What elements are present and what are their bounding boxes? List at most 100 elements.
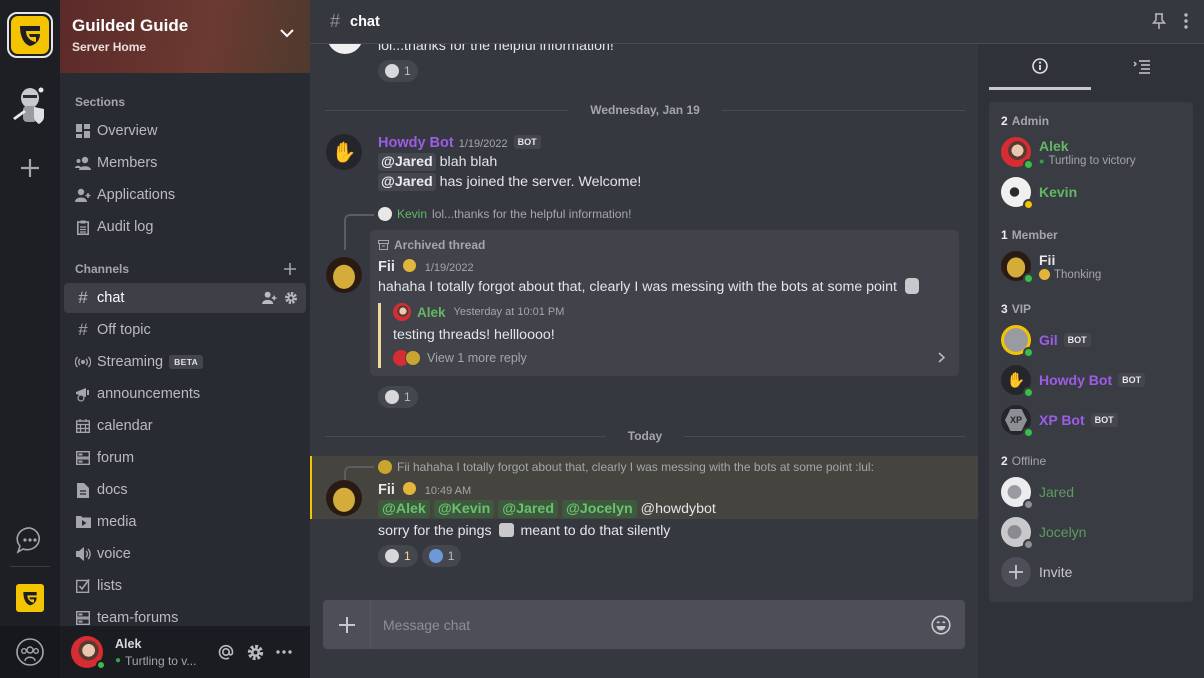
message-author[interactable]: Fii bbox=[378, 259, 395, 275]
invite-button[interactable]: Invite bbox=[989, 552, 1193, 592]
sidebar-item-voice[interactable]: voice bbox=[64, 539, 306, 569]
mentions-icon[interactable] bbox=[217, 643, 235, 661]
docs-icon bbox=[75, 482, 91, 498]
tab-info[interactable] bbox=[989, 44, 1091, 90]
sidebar-item-off-topic[interactable]: # Off topic bbox=[64, 315, 306, 345]
online-status-dot bbox=[1023, 159, 1034, 170]
add-member-circle bbox=[1001, 557, 1031, 587]
message-input[interactable] bbox=[371, 616, 917, 633]
lists-icon bbox=[75, 578, 91, 594]
member-status: Thonking bbox=[1039, 269, 1101, 281]
user-mention[interactable]: @Kevin bbox=[433, 500, 495, 518]
member-item[interactable]: Jared bbox=[989, 472, 1193, 512]
rail-footer bbox=[0, 626, 60, 678]
view-more-replies[interactable]: View 1 more reply bbox=[393, 350, 527, 366]
emoji-icon bbox=[428, 549, 443, 563]
tab-threads[interactable] bbox=[1091, 44, 1193, 90]
message-author[interactable]: Fii bbox=[378, 482, 395, 498]
sidebar-item-streaming[interactable]: Streaming BETA bbox=[64, 347, 306, 377]
server-subtitle: Server Home bbox=[72, 40, 147, 54]
bot-badge: BOT bbox=[1063, 333, 1091, 347]
server-header[interactable]: Guilded Guide Server Home bbox=[60, 0, 310, 73]
emoji-picker-button[interactable] bbox=[917, 614, 965, 635]
sidebar-item-chat[interactable]: # chat bbox=[64, 283, 306, 313]
add-channel-icon[interactable] bbox=[284, 263, 296, 275]
user-mention[interactable]: @Jared bbox=[498, 500, 558, 518]
user-mention[interactable]: @Alek bbox=[378, 500, 430, 518]
view-more-text: View 1 more reply bbox=[427, 351, 527, 365]
chat-bubble-icon bbox=[16, 527, 40, 554]
sidebar-item-overview[interactable]: Overview bbox=[64, 116, 306, 146]
pin-icon[interactable] bbox=[1152, 13, 1166, 30]
member-item[interactable]: XP XP Bot BOT bbox=[989, 400, 1193, 440]
reply-preview[interactable]: Kevin lol...thanks for the helpful infor… bbox=[378, 207, 631, 221]
reaction[interactable]: 1 bbox=[378, 386, 418, 408]
sidebar-item-audit-log[interactable]: Audit log bbox=[64, 212, 306, 242]
server-guilded[interactable] bbox=[8, 576, 52, 620]
member-name: Gil bbox=[1039, 332, 1058, 348]
sidebar-item-members[interactable]: Members bbox=[64, 148, 306, 178]
sidebar-item-label: chat bbox=[97, 290, 125, 306]
sidebar-item-announcements[interactable]: announcements bbox=[64, 379, 306, 409]
server-knight[interactable] bbox=[8, 84, 52, 128]
sidebar-item-label: announcements bbox=[97, 386, 201, 402]
member-item[interactable]: Fii Thonking bbox=[989, 246, 1193, 286]
sidebar-item-lists[interactable]: lists bbox=[64, 571, 306, 601]
reaction[interactable]: 1 bbox=[378, 545, 418, 567]
panel-tabs bbox=[989, 44, 1193, 92]
avatar bbox=[405, 350, 421, 366]
community-icon[interactable] bbox=[15, 637, 45, 667]
member-name: Kevin bbox=[1039, 184, 1078, 200]
sidebar-item-docs[interactable]: docs bbox=[64, 475, 306, 505]
avatar bbox=[1001, 477, 1034, 510]
user-mention[interactable]: @Jocelyn bbox=[562, 500, 637, 518]
reaction-count: 1 bbox=[447, 549, 455, 563]
member-status: ● Turtling to victory bbox=[1039, 154, 1136, 167]
more-options-icon[interactable] bbox=[276, 650, 292, 654]
gear-icon[interactable] bbox=[247, 644, 264, 661]
chevron-down-icon[interactable] bbox=[280, 28, 294, 38]
media-icon bbox=[75, 514, 91, 530]
reaction[interactable]: 1 bbox=[378, 60, 418, 82]
avatar bbox=[1001, 325, 1034, 358]
member-item[interactable]: Gil BOT bbox=[989, 320, 1193, 360]
avatar[interactable] bbox=[326, 480, 362, 516]
thinking-emoji-icon bbox=[1039, 269, 1050, 280]
gear-icon[interactable] bbox=[284, 291, 298, 305]
sidebar-item-forum[interactable]: forum bbox=[64, 443, 306, 473]
avatar[interactable] bbox=[71, 636, 106, 670]
message-author[interactable]: Howdy Bot bbox=[378, 135, 454, 151]
member-item[interactable]: Jocelyn bbox=[989, 512, 1193, 552]
avatar[interactable]: ✋ bbox=[326, 134, 362, 170]
reaction[interactable]: 1 bbox=[421, 545, 462, 567]
sidebar-item-media[interactable]: media bbox=[64, 507, 306, 537]
chevron-right-icon[interactable] bbox=[938, 352, 945, 363]
member-group-header: 2 Offline bbox=[1001, 454, 1047, 468]
rail-divider bbox=[10, 566, 50, 567]
server-guilded-guide[interactable] bbox=[7, 12, 53, 58]
user-mention[interactable]: @Jared bbox=[378, 173, 436, 191]
direct-messages-button[interactable] bbox=[8, 518, 52, 562]
thread-preview[interactable]: Alek Yesterday at 10:01 PM testing threa… bbox=[378, 303, 948, 368]
sidebar-item-applications[interactable]: Applications bbox=[64, 180, 306, 210]
message-list[interactable]: lol...thanks for the helpful information… bbox=[310, 44, 978, 592]
more-vertical-icon[interactable] bbox=[1184, 13, 1188, 29]
offline-status-dot bbox=[1023, 539, 1034, 550]
attach-button[interactable] bbox=[323, 600, 371, 649]
avatar[interactable] bbox=[326, 257, 362, 293]
add-server-button[interactable] bbox=[8, 146, 52, 190]
sidebar-item-calendar[interactable]: calendar bbox=[64, 411, 306, 441]
member-item[interactable]: ✋ Howdy Bot BOT bbox=[989, 360, 1193, 400]
reply-preview[interactable]: Fii hahaha I totally forgot about that, … bbox=[378, 460, 874, 474]
hash-icon: # bbox=[78, 320, 88, 339]
invite-user-icon[interactable] bbox=[262, 291, 277, 304]
member-item[interactable]: Alek ● Turtling to victory bbox=[989, 132, 1193, 172]
message-text: sorry for the pings bbox=[378, 523, 492, 539]
avatar bbox=[1001, 137, 1034, 170]
member-group-header: 1 Member bbox=[1001, 228, 1058, 242]
emoji-icon bbox=[385, 549, 399, 563]
user-mention[interactable]: @Jared bbox=[378, 153, 436, 171]
member-group-header: 2 Admin bbox=[1001, 114, 1050, 128]
member-item[interactable]: Kevin bbox=[989, 172, 1193, 212]
member-name: Fii bbox=[1039, 251, 1056, 268]
